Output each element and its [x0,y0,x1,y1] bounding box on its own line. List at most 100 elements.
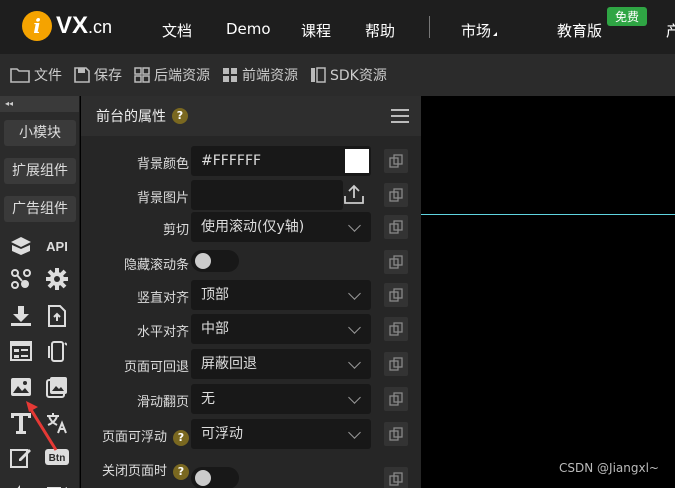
sdk-resources-button[interactable]: SDK资源 [310,65,387,85]
row-label: 剪切 [162,223,189,238]
row-page-back: 页面可回退 屏蔽回退 [81,349,421,379]
help-icon[interactable]: ? [173,430,189,446]
annotation-arrow [26,401,58,451]
row-horizontal-align: 水平对齐 中部 [81,314,421,344]
row-vertical-align: 竖直对齐 顶部 [81,280,421,310]
ad-components-button[interactable]: 广告组件 [4,196,76,222]
copy-icon[interactable] [384,317,408,341]
row-hide-scrollbar: 隐藏滚动条 [81,247,421,277]
api-button[interactable]: API [42,233,72,259]
download-icon[interactable] [8,303,34,329]
nav-demo[interactable]: Demo [226,20,271,38]
panel-title: 前台的属性 [96,109,166,125]
page-floatable-select[interactable]: 可浮动 [191,419,371,449]
property-panel: 前台的属性 ? 背景颜色 #FFFFFF 背景图片 剪切 使用滚动(仅y轴) 隐… [81,96,421,488]
hide-scrollbar-toggle[interactable] [191,250,239,272]
vertical-align-select[interactable]: 顶部 [191,280,371,310]
form-icon[interactable] [8,338,34,364]
grid-filled-icon [223,68,237,82]
background-color-input[interactable]: #FFFFFF [191,146,371,176]
network-icon[interactable] [8,266,34,292]
free-badge: 免费 [607,7,648,26]
caret-icon [493,32,498,36]
copy-icon[interactable] [384,215,408,239]
sdk-icon [311,67,326,83]
guide-line [421,214,675,215]
page-back-select[interactable]: 屏蔽回退 [191,349,371,379]
clip-select[interactable]: 使用滚动(仅y轴) [191,212,371,242]
gallery-icon[interactable] [44,374,70,400]
row-clip: 剪切 使用滚动(仅y轴) [81,212,421,242]
frontend-resources-button[interactable]: 前端资源 [222,65,298,85]
nav-courses[interactable]: 课程 [301,20,331,41]
copy-icon[interactable] [384,387,408,411]
page-close-toggle[interactable] [191,467,239,488]
api-label: API [46,238,68,254]
save-button[interactable]: 保存 [74,65,122,85]
design-canvas[interactable]: CSDN @Jiangxl~ [421,96,675,488]
row-label: 滑动翻页 [136,395,189,410]
chevron-down-icon [348,287,361,300]
copy-icon[interactable] [384,422,408,446]
top-navbar: i VX.cn 文档 Demo 课程 帮助 市场 教育版 免费 产 [0,0,675,54]
help-icon[interactable]: ? [172,108,188,124]
copy-icon[interactable] [384,352,408,376]
file-label: 文件 [34,68,62,84]
small-modules-button[interactable]: 小模块 [4,120,76,146]
toolbar: 文件 保存 后端资源 前端资源 SDK资源 [0,54,675,96]
nav-product[interactable]: 产 [666,20,675,41]
video-icon[interactable] [44,476,70,488]
upload-icon[interactable] [343,183,365,205]
copy-icon[interactable] [384,183,408,207]
menu-icon[interactable] [391,109,409,127]
row-page-floatable: 页面可浮动? 可浮动 [81,419,421,449]
image-icon[interactable] [8,374,34,400]
collapse-toggle[interactable]: ◂◂ [0,96,79,112]
logo-badge: i [22,11,52,41]
chevron-down-icon [348,426,361,439]
mobile-icon[interactable] [44,338,70,364]
background-image-input[interactable] [191,180,343,210]
sdk-resources-label: SDK资源 [330,68,387,84]
horizontal-align-select[interactable]: 中部 [191,314,371,344]
nav-docs[interactable]: 文档 [162,20,192,41]
backend-resources-button[interactable]: 后端资源 [134,65,210,85]
chevron-down-icon [348,391,361,404]
chevron-down-icon [348,219,361,232]
row-label: 水平对齐 [136,325,189,340]
row-background-image: 背景图片 [81,180,421,210]
copy-icon[interactable] [384,467,408,488]
swipe-paging-select[interactable]: 无 [191,384,371,414]
row-label: 竖直对齐 [136,291,189,306]
nav-market[interactable]: 市场 [461,20,498,41]
save-icon [74,67,90,83]
nav-education[interactable]: 教育版 [557,20,602,41]
row-on-page-close: 关闭页面时? [81,458,421,488]
file-upload-icon[interactable] [44,303,70,329]
copy-icon[interactable] [384,149,408,173]
panel-header: 前台的属性 ? [81,96,421,136]
watermark: CSDN @Jiangxl~ [559,461,659,475]
btn-label: Btn [49,453,66,464]
speaker-icon[interactable] [8,476,34,488]
file-button[interactable]: 文件 [10,65,62,85]
grid-outline-icon [134,67,150,83]
row-label: 页面可回退 [123,360,189,375]
help-icon[interactable]: ? [173,464,189,480]
copy-icon[interactable] [384,250,408,274]
row-label: 隐藏滚动条 [123,258,189,273]
extension-components-button[interactable]: 扩展组件 [4,158,76,184]
backend-resources-label: 后端资源 [154,68,210,84]
row-label: 背景图片 [136,191,189,206]
chevron-down-icon [348,321,361,334]
row-label: 关闭页面时? [102,460,189,480]
folder-icon [10,68,30,83]
nav-help[interactable]: 帮助 [365,20,395,41]
vx-logo[interactable]: i VX.cn [22,11,112,41]
gear-icon[interactable] [44,266,70,292]
copy-icon[interactable] [384,283,408,307]
row-swipe-paging: 滑动翻页 无 [81,384,421,414]
color-swatch[interactable] [345,149,369,173]
row-label: 背景颜色 [136,157,189,172]
package-icon[interactable] [8,233,34,259]
